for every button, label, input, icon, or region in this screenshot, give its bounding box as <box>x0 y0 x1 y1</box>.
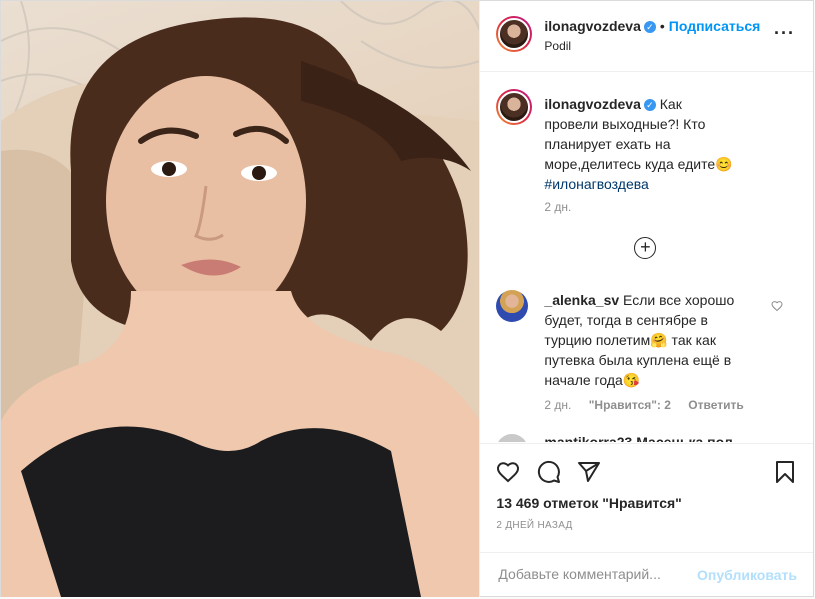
like-heart-icon[interactable] <box>496 460 520 484</box>
comment-reply-button[interactable]: Ответить <box>688 398 743 412</box>
comment-username[interactable]: _alenka_sv <box>544 292 619 308</box>
comment-time[interactable]: 2 дн. <box>544 398 571 412</box>
caption-username[interactable]: ilonagvozdeva <box>544 96 640 112</box>
publish-button[interactable]: Опубликовать <box>697 567 797 583</box>
more-options-icon[interactable]: ··· <box>774 23 795 44</box>
post-photo[interactable] <box>1 1 480 597</box>
author-avatar[interactable] <box>496 16 533 52</box>
caption: ilonagvozdeva ✓ Как провели выходные?! Кт… <box>544 94 734 194</box>
comments-section[interactable]: ilonagvozdeva ✓ Как провели выходные?! Кт… <box>480 72 813 442</box>
load-more-comments-icon[interactable]: + <box>634 237 657 259</box>
post-actions: 13 469 отметок "Нравится" 2 ДНЕЙ НАЗАД О… <box>480 443 813 598</box>
comment-input[interactable] <box>496 565 701 583</box>
caption-avatar[interactable] <box>496 89 533 125</box>
comment-bubble-icon[interactable] <box>537 460 561 484</box>
separator-dot: • <box>659 18 665 34</box>
post-location[interactable]: Podil <box>544 39 571 53</box>
post-dialog: ilonagvozdeva ✓ • Подписаться Podil ··· ilo… <box>0 0 814 597</box>
post-header: ilonagvozdeva ✓ • Подписаться Podil ··· <box>480 1 813 72</box>
post-time-ago[interactable]: 2 ДНЕЙ НАЗАД <box>496 520 572 531</box>
comment-like-heart-icon[interactable] <box>771 300 783 312</box>
selfie-image <box>1 1 480 597</box>
header-line: ilonagvozdeva ✓ • Подписаться <box>544 18 760 36</box>
next-comment-preview: mantikorra23 Масенька пол <box>544 434 733 442</box>
next-commenter-avatar[interactable] <box>496 434 529 442</box>
save-bookmark-icon[interactable] <box>773 460 797 484</box>
commenter-avatar[interactable] <box>496 290 529 322</box>
share-send-icon[interactable] <box>577 460 601 484</box>
author-username[interactable]: ilonagvozdeva <box>544 18 640 34</box>
likes-count[interactable]: 13 469 отметок "Нравится" <box>496 495 681 511</box>
comment-likes[interactable]: "Нравится": 2 <box>589 398 671 412</box>
verified-badge-icon: ✓ <box>643 99 656 112</box>
caption-time[interactable]: 2 дн. <box>544 200 571 214</box>
follow-button[interactable]: Подписаться <box>669 18 761 34</box>
caption-hashtag[interactable]: #илонагвоздева <box>544 176 648 192</box>
add-comment-bar: Опубликовать <box>480 552 813 599</box>
post-sidebar: ilonagvozdeva ✓ • Подписаться Podil ··· ilo… <box>479 1 813 597</box>
comment-meta: 2 дн. "Нравится": 2 Ответить <box>544 398 757 412</box>
verified-badge-icon: ✓ <box>643 20 656 33</box>
comment: _alenka_sv Если все хорошо будет, тогда … <box>544 290 734 390</box>
